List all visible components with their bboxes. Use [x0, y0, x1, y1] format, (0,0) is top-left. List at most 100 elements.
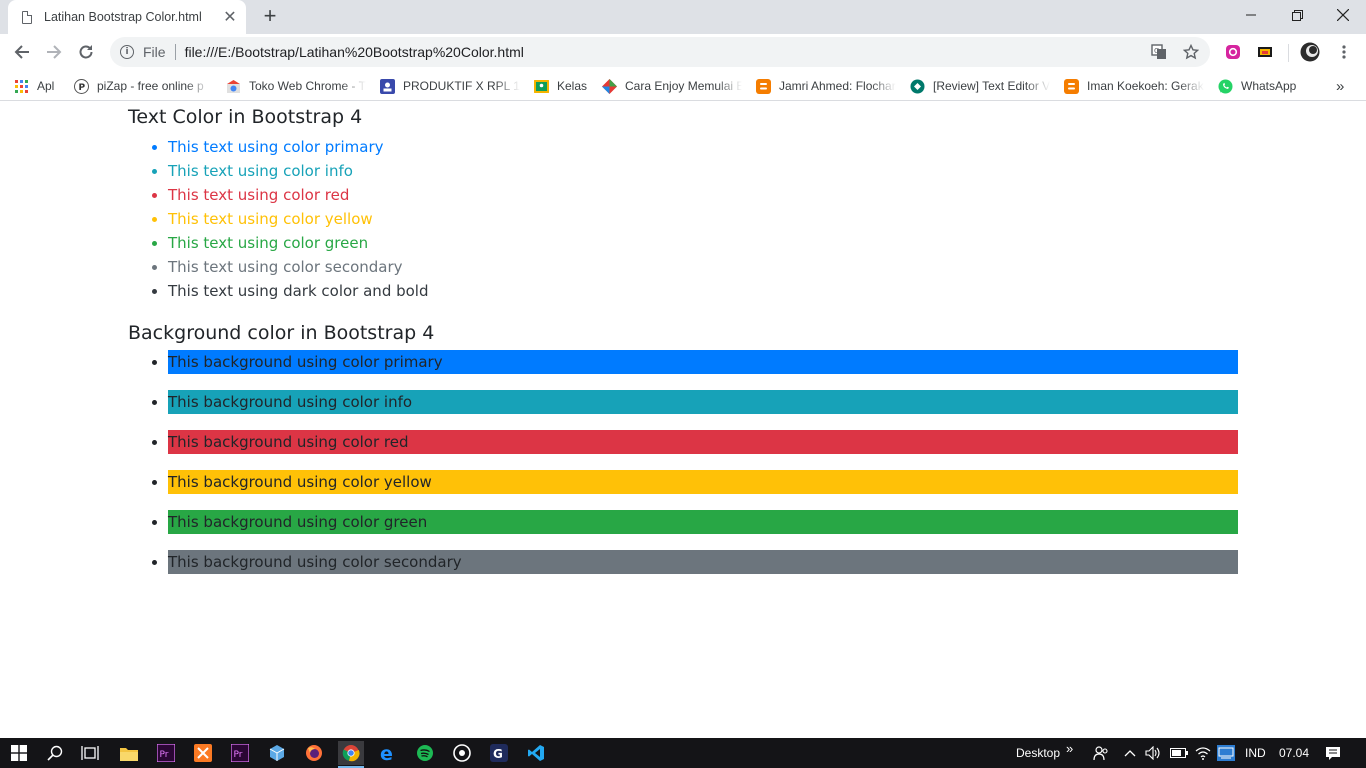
folder-icon: [120, 747, 138, 761]
background-color-item: This background using color info: [168, 390, 1238, 414]
close-window-button[interactable]: [1320, 0, 1366, 30]
site-icon: [910, 79, 925, 93]
action-center-button[interactable]: [1320, 741, 1346, 765]
bookmark-whatsapp[interactable]: WhatsApp: [1218, 76, 1296, 96]
arrow-right-icon: [47, 45, 62, 59]
pizap-icon: P: [74, 78, 89, 94]
background-color-item: This background using color secondary: [168, 550, 1238, 574]
language-indicator[interactable]: IND: [1245, 738, 1266, 768]
arrow-left-icon: [14, 45, 29, 59]
address-bar[interactable]: i File file:///E:/Bootstrap/Latihan%20Bo…: [110, 37, 1210, 67]
bookmark-label: piZap - free online p: [97, 79, 204, 93]
background-color-label: This background using color secondary: [168, 550, 1238, 574]
translate-icon: G: [1151, 44, 1166, 59]
taskbar-spotify[interactable]: [412, 741, 438, 765]
instagram-icon: [1226, 45, 1240, 59]
bookmark-apps[interactable]: Apl: [14, 76, 54, 96]
new-tab-button[interactable]: +: [258, 5, 282, 28]
text-color-heading: Text Color in Bootstrap 4: [128, 106, 363, 128]
info-icon[interactable]: i: [120, 45, 134, 59]
translate-button[interactable]: G: [1147, 40, 1171, 64]
firefox-icon: [306, 745, 322, 761]
browser-tab-active[interactable]: Latihan Bootstrap Color.html ✕: [8, 0, 246, 34]
taskbar-3d-app[interactable]: [264, 741, 290, 765]
omnibox-separator: [174, 44, 176, 60]
search-icon: [47, 745, 63, 761]
background-color-item: This background using color red: [168, 430, 1238, 454]
search-button[interactable]: [42, 741, 68, 765]
extension-button[interactable]: [1253, 40, 1277, 64]
text-color-item: This text using color yellow: [168, 207, 429, 231]
svg-text:G: G: [1154, 47, 1159, 55]
text-color-item: This text using dark color and bold: [168, 279, 429, 303]
desktop-toolbar-chevron[interactable]: »: [1066, 734, 1073, 764]
extension-icon: [1258, 47, 1272, 57]
classroom-icon: [380, 78, 395, 94]
taskbar-premiere-pro-2[interactable]: Pr: [227, 741, 253, 765]
taskbar-chrome[interactable]: [338, 741, 364, 768]
tab-close-button[interactable]: ✕: [220, 7, 240, 27]
task-view-button[interactable]: [77, 741, 103, 765]
bookmark-kelas[interactable]: Kelas: [534, 76, 587, 96]
bookmark-label: Apl: [37, 79, 55, 93]
restore-button[interactable]: [1274, 0, 1320, 30]
start-button[interactable]: [6, 741, 32, 765]
apps-grid-icon: [15, 79, 28, 93]
text-color-item: This text using color info: [168, 159, 429, 183]
taskbar-firefox[interactable]: [301, 741, 327, 765]
obs-icon: [453, 744, 471, 762]
reload-button[interactable]: [74, 40, 98, 64]
bookmark-label: Cara Enjoy Memulai E: [625, 79, 742, 93]
wifi-icon: [1195, 747, 1211, 760]
profile-avatar[interactable]: [1298, 40, 1322, 64]
bookmark-review-text-editor[interactable]: [Review] Text Editor V: [910, 76, 1050, 96]
volume-button[interactable]: [1140, 741, 1166, 765]
back-button[interactable]: [10, 40, 34, 64]
forward-button[interactable]: [42, 40, 66, 64]
svg-text:e: e: [380, 744, 393, 762]
chrome-webstore-icon: [227, 79, 240, 93]
extension-instagram-button[interactable]: [1221, 40, 1245, 64]
bookmark-iman-koekoeh[interactable]: Iman Koekoeh: Gerak: [1064, 76, 1204, 96]
minimize-button[interactable]: [1228, 0, 1274, 30]
clock[interactable]: 07.04: [1279, 738, 1309, 768]
battery-button[interactable]: [1166, 741, 1192, 765]
cube-icon: [269, 745, 285, 761]
people-icon: [1093, 746, 1108, 761]
bookmark-chrome-webstore[interactable]: Toko Web Chrome - T: [226, 76, 366, 96]
input-indicator-button[interactable]: [1213, 741, 1239, 765]
spotify-icon: [417, 745, 433, 761]
taskbar-premiere-pro[interactable]: Pr: [153, 741, 179, 765]
bookmark-label: Toko Web Chrome - T: [249, 79, 366, 93]
bookmark-produktif[interactable]: PRODUKTIF X RPL 1 -: [380, 76, 520, 96]
site-icon: [602, 78, 617, 94]
taskbar-obs[interactable]: [449, 741, 475, 765]
toolbar-divider: [1288, 44, 1289, 62]
bookmark-jamri-ahmed[interactable]: Jamri Ahmed: Flochar: [756, 76, 896, 96]
chrome-icon: [342, 745, 360, 762]
people-button[interactable]: [1088, 741, 1114, 765]
bookmark-cara-enjoy[interactable]: Cara Enjoy Memulai E: [602, 76, 742, 96]
bookmark-star-button[interactable]: [1179, 40, 1203, 64]
tab-strip: Latihan Bootstrap Color.html ✕ +: [0, 0, 1366, 34]
url-text[interactable]: file:///E:/Bootstrap/Latihan%20Bootstrap…: [185, 44, 524, 60]
taskbar-xampp[interactable]: [190, 741, 216, 765]
chrome-menu-button[interactable]: [1332, 40, 1356, 64]
close-icon: [1337, 9, 1349, 21]
bookmark-pizap[interactable]: P piZap - free online p: [74, 76, 210, 96]
avatar-icon: [1300, 42, 1320, 62]
background-color-label: This background using color yellow: [168, 470, 1238, 494]
taskbar-file-explorer[interactable]: [116, 741, 142, 765]
bookmark-label: Jamri Ahmed: Flochar: [779, 79, 896, 93]
taskbar-edge[interactable]: e: [375, 741, 401, 765]
desktop-toolbar-label[interactable]: Desktop: [1016, 738, 1060, 768]
whatsapp-icon: [1218, 79, 1233, 93]
battery-icon: [1170, 748, 1188, 758]
task-view-icon: [81, 746, 99, 760]
taskbar-vscode[interactable]: [523, 741, 549, 765]
bookmark-label: Iman Koekoeh: Gerak: [1087, 79, 1204, 93]
bookmarks-overflow-button[interactable]: »: [1336, 76, 1344, 96]
background-color-heading: Background color in Bootstrap 4: [128, 322, 435, 344]
keyboard-icon: [1217, 745, 1235, 761]
taskbar-app[interactable]: G: [486, 741, 512, 765]
